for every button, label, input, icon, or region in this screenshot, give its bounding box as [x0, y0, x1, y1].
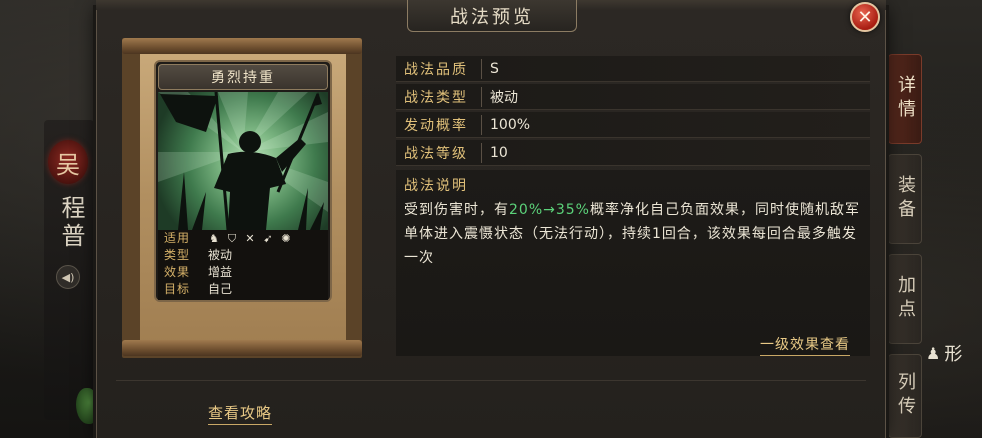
- divider: [116, 380, 866, 381]
- target-label: 目标: [164, 282, 191, 296]
- attr-value: S: [490, 60, 499, 77]
- attr-key: 战法品质: [396, 58, 482, 79]
- attr-value: 100%: [490, 116, 531, 133]
- type-label: 类型: [164, 248, 191, 262]
- attr-row-type: 战法类型 被动: [396, 84, 870, 110]
- troop-type-icons: ♞ ⛉ ✕ ➹ ✺: [208, 230, 292, 247]
- crossed-swords-icon: ✕: [245, 231, 255, 245]
- form-entry[interactable]: ♟ 形: [926, 340, 962, 366]
- info-target-row: 目标 自己: [158, 281, 328, 298]
- cavalry-icon: ♞: [209, 231, 219, 245]
- info-effect-row: 效果 增益: [158, 264, 328, 281]
- attr-key: 战法等级: [396, 142, 482, 163]
- siege-icon: ✺: [281, 231, 291, 245]
- scroll-rod-bottom: [122, 340, 362, 356]
- effect-value: 增益: [208, 265, 233, 279]
- first-level-effect-link[interactable]: 一级效果查看: [760, 334, 850, 356]
- form-entry-label: 形: [944, 344, 963, 365]
- close-button[interactable]: ✕: [850, 2, 880, 32]
- faction-badge: 吴: [48, 140, 88, 184]
- info-applicable-row: 适用 ♞ ⛉ ✕ ➹ ✺: [158, 230, 328, 247]
- description-text: 受到伤害时，有20%→35%概率净化自己负面效果，同时使随机敌军单体进入震慑状态…: [404, 198, 866, 270]
- attr-value: 10: [490, 144, 508, 161]
- warrior-silhouette-icon: [158, 92, 328, 230]
- tab-equipment[interactable]: 装备: [888, 154, 922, 244]
- shield-icon: ⛉: [227, 231, 237, 245]
- tab-attribute-points[interactable]: 加点: [888, 254, 922, 344]
- view-guide-link[interactable]: 查看攻略: [208, 402, 273, 425]
- speaker-icon[interactable]: ◀): [56, 265, 80, 289]
- type-value: 被动: [208, 248, 233, 262]
- spear-icon: ➹: [263, 231, 273, 245]
- tab-details[interactable]: 详情: [888, 54, 922, 144]
- attr-key: 发动概率: [396, 114, 482, 135]
- applicable-label: 适用: [164, 231, 191, 245]
- info-type-row: 类型 被动: [158, 247, 328, 264]
- probability-highlight: 20%→35%: [509, 202, 590, 218]
- target-value: 自己: [208, 282, 233, 296]
- attr-value: 被动: [490, 89, 518, 106]
- window-title: 战法预览: [407, 0, 577, 32]
- tab-biography[interactable]: 列传: [888, 354, 922, 438]
- skill-name: 勇烈持重: [158, 64, 328, 90]
- effect-label: 效果: [164, 265, 191, 279]
- attr-row-trigger-rate: 发动概率 100%: [396, 112, 870, 138]
- attr-row-level: 战法等级 10: [396, 140, 870, 166]
- description-title: 战法说明: [404, 178, 468, 194]
- hero-name[interactable]: 程普: [50, 195, 86, 251]
- scroll-rod-top: [122, 38, 362, 54]
- leaf-ornament: [76, 388, 98, 424]
- description-lead: 受到伤害时，有: [404, 202, 509, 218]
- attr-row-quality: 战法品质 S: [396, 56, 870, 82]
- skill-illustration: [158, 92, 328, 230]
- attr-key: 战法类型: [396, 86, 482, 107]
- close-icon: ✕: [857, 6, 873, 28]
- skill-card-info: 适用 ♞ ⛉ ✕ ➹ ✺ 类型 被动 效果 增益 目标 自己: [158, 230, 328, 300]
- person-icon: ♟: [926, 343, 941, 363]
